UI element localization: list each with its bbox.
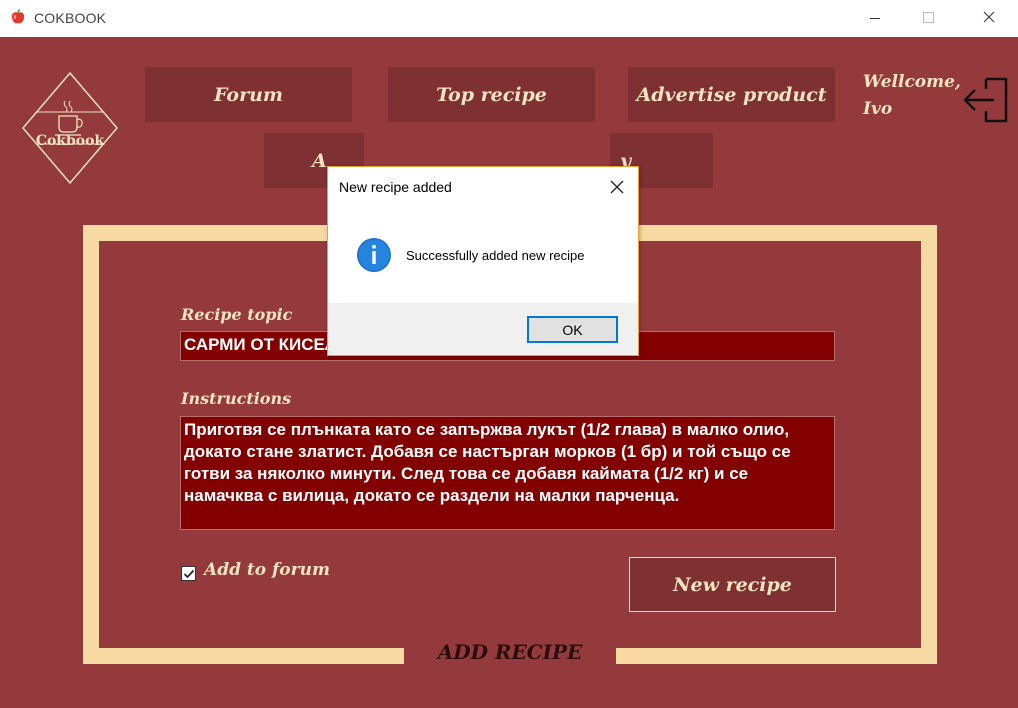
forum-button[interactable]: Forum xyxy=(145,67,352,122)
frame-border-right xyxy=(921,225,937,664)
info-icon xyxy=(356,237,392,273)
dialog-title: New recipe added xyxy=(339,179,452,195)
frame-border-bottom-left xyxy=(83,648,404,664)
minimize-icon xyxy=(870,18,880,19)
top-recipe-button-label: Top recipe xyxy=(436,83,547,106)
logo xyxy=(22,71,118,185)
coffee-cup-icon xyxy=(22,71,118,185)
close-icon xyxy=(610,180,624,194)
app-canvas: Cokbook Forum Top recipe Advertise produ… xyxy=(0,37,1018,708)
advertise-product-button-label: Advertise product xyxy=(636,83,827,106)
close-button[interactable] xyxy=(960,0,1018,37)
add-to-forum-checkbox[interactable] xyxy=(181,566,196,581)
checkmark-icon xyxy=(183,569,195,579)
ok-button[interactable]: OK xyxy=(527,316,618,343)
new-recipe-button[interactable]: New recipe xyxy=(629,557,836,612)
logo-text: Cokbook xyxy=(35,133,105,149)
maximize-icon xyxy=(923,12,934,23)
message-dialog: New recipe added Successfully added new … xyxy=(327,166,639,356)
welcome-text: Wellcome, Ivo xyxy=(863,69,961,123)
instructions-label: Instructions xyxy=(181,389,292,408)
dialog-close-button[interactable] xyxy=(608,178,626,196)
welcome-line: Wellcome, xyxy=(863,72,961,92)
dialog-body: New recipe added Successfully added new … xyxy=(328,167,638,303)
logout-button[interactable] xyxy=(962,75,1010,125)
frame-border-left xyxy=(83,225,99,664)
forum-button-label: Forum xyxy=(213,83,284,106)
logout-icon xyxy=(963,77,1008,123)
window-title: COKBOOK xyxy=(34,10,107,26)
apple-icon xyxy=(10,9,26,25)
dialog-message: Successfully added new recipe xyxy=(406,248,585,263)
add-recipe-nav-button-label: A xyxy=(312,149,327,172)
window-title-bar: COKBOOK xyxy=(0,0,1018,37)
frame-border-bottom-right xyxy=(616,648,937,664)
new-recipe-button-label: New recipe xyxy=(673,573,792,596)
add-to-forum-label[interactable]: Add to forum xyxy=(204,560,330,580)
minimize-button[interactable] xyxy=(846,0,904,37)
top-recipe-button[interactable]: Top recipe xyxy=(388,67,595,122)
close-icon xyxy=(983,11,995,23)
section-caption: ADD RECIPE xyxy=(437,640,583,664)
user-name: Ivo xyxy=(863,99,893,119)
instructions-input[interactable]: Приготвя се плънката като се запържва лу… xyxy=(180,416,835,530)
maximize-button[interactable] xyxy=(904,0,962,37)
recipe-topic-label: Recipe topic xyxy=(181,305,293,324)
advertise-product-button[interactable]: Advertise product xyxy=(628,67,835,122)
ok-button-label: OK xyxy=(562,321,583,338)
